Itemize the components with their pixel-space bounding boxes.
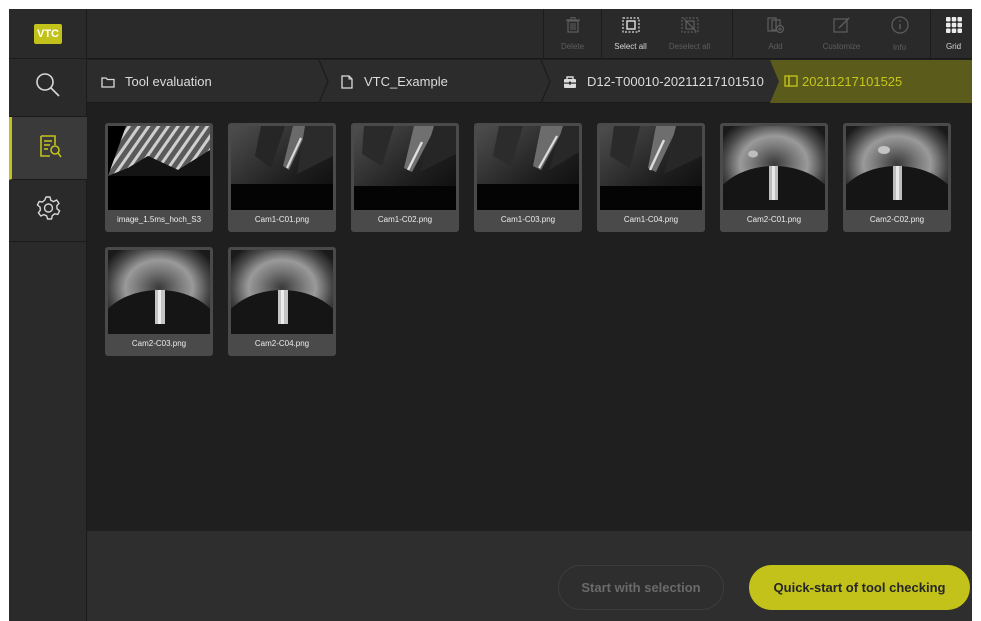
image-thumbnail[interactable]: image_1.5ms_hoch_S3 [105, 123, 213, 232]
breadcrumb-label: 20211217101525 [802, 74, 903, 89]
image-filename: Cam2-C03.png [131, 339, 187, 348]
app-logo: VTC [34, 23, 62, 44]
delete-label: Delete [560, 42, 585, 51]
info-label: Info [892, 43, 907, 52]
image-filename: Cam1-C02.png [377, 215, 433, 224]
folder-icon [101, 75, 115, 89]
trash-icon [565, 17, 580, 38]
image-thumbnail[interactable]: Cam1-C01.png [228, 123, 336, 232]
edit-icon [832, 17, 851, 38]
grid-view-button[interactable]: Grid [935, 9, 972, 59]
deselect-all-button[interactable]: Deselect all [661, 9, 718, 59]
toolbar: Delete Select all Deselect all Add Custo… [87, 9, 972, 59]
app-window: VTC Delete Select all Deselect all Add C… [9, 9, 972, 621]
thumbnail-image [108, 126, 210, 210]
image-thumbnail[interactable]: Cam1-C02.png [351, 123, 459, 232]
add-image-icon [766, 17, 785, 38]
search-icon [35, 72, 61, 103]
breadcrumb-item-current[interactable]: 20211217101525 [770, 60, 972, 103]
logo-cell: VTC [9, 9, 87, 59]
image-thumbnail[interactable]: Cam2-C03.png [105, 247, 213, 356]
gear-icon [35, 195, 61, 226]
sidebar-item-tool-evaluation[interactable] [9, 117, 87, 180]
image-filename: Cam1-C01.png [254, 215, 310, 224]
image-filename: Cam2-C04.png [254, 339, 310, 348]
action-bar: Start with selection Quick-start of tool… [87, 531, 972, 621]
customize-label: Customize [822, 42, 861, 51]
breadcrumb-separator [318, 60, 329, 103]
breadcrumb-item-tool-record[interactable]: D12-T00010-20211217101510 [563, 60, 764, 103]
delete-button[interactable]: Delete [544, 9, 601, 59]
add-button[interactable]: Add [747, 9, 804, 59]
select-all-label: Select all [614, 42, 647, 51]
grid-icon [945, 17, 962, 38]
image-thumbnail[interactable]: Cam1-C03.png [474, 123, 582, 232]
image-thumbnail[interactable]: Cam2-C04.png [228, 247, 336, 356]
image-filename: Cam2-C01.png [746, 215, 802, 224]
customize-button[interactable]: Customize [813, 9, 870, 59]
breadcrumb-separator [540, 60, 551, 103]
select-all-icon [621, 17, 640, 38]
thumbnail-image [231, 126, 333, 210]
thumbnail-image [846, 126, 948, 210]
info-icon [890, 16, 909, 39]
breadcrumb-label: VTC_Example [364, 74, 448, 89]
evaluation-icon [37, 133, 63, 164]
thumbnail-image [723, 126, 825, 210]
breadcrumb: Tool evaluation VTC_Example D12-T00010-2… [87, 60, 972, 103]
breadcrumb-item-tool-evaluation[interactable]: Tool evaluation [101, 60, 212, 103]
image-filename: Cam1-C04.png [623, 215, 679, 224]
document-icon [340, 74, 354, 89]
thumbnail-image [477, 126, 579, 210]
breadcrumb-item-vtc-example[interactable]: VTC_Example [340, 60, 448, 103]
sidebar-item-settings[interactable] [9, 180, 87, 242]
thumbnail-image [108, 250, 210, 334]
image-thumbnail[interactable]: Cam2-C02.png [843, 123, 951, 232]
folder-icon [784, 74, 798, 93]
thumbnail-image [600, 126, 702, 210]
select-all-button[interactable]: Select all [602, 9, 659, 59]
start-with-selection-button[interactable]: Start with selection [558, 565, 724, 610]
quick-start-button[interactable]: Quick-start of tool checking [749, 565, 970, 610]
image-filename: image_1.5ms_hoch_S3 [116, 215, 202, 224]
image-thumbnail[interactable]: Cam2-C01.png [720, 123, 828, 232]
image-filename: Cam2-C02.png [869, 215, 925, 224]
image-filename: Cam1-C03.png [500, 215, 556, 224]
sidebar-item-search[interactable] [9, 59, 87, 117]
sidebar: VTC [9, 9, 87, 621]
info-button[interactable]: Info [871, 9, 928, 59]
grid-label: Grid [945, 42, 962, 51]
breadcrumb-label: D12-T00010-20211217101510 [587, 74, 764, 89]
thumbnail-image [354, 126, 456, 210]
breadcrumb-label: Tool evaluation [125, 74, 212, 89]
deselect-all-label: Deselect all [668, 42, 711, 51]
deselect-all-icon [680, 17, 699, 38]
add-label: Add [768, 42, 783, 51]
thumbnail-image [231, 250, 333, 334]
image-grid: image_1.5ms_hoch_S3 Cam1-C01.png Cam1-C0… [87, 103, 972, 531]
toolbox-icon [563, 75, 577, 89]
image-thumbnail[interactable]: Cam1-C04.png [597, 123, 705, 232]
